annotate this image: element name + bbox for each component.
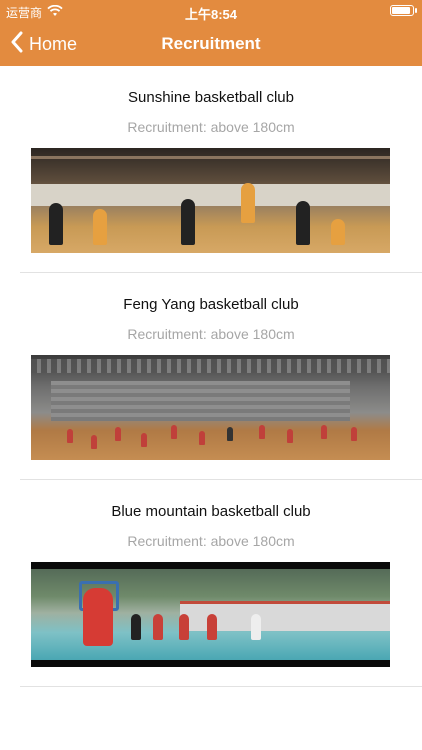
separator [20,686,422,687]
top-bar: 运营商 上午8:54 Home Recruitment [0,0,422,66]
club-card-feng-yang[interactable]: Feng Yang basketball club Recruitment: a… [0,273,422,480]
club-photo [31,148,390,253]
status-time: 上午8:54 [184,7,238,22]
club-name: Sunshine basketball club [128,89,294,106]
club-requirement: Recruitment: above 180cm [127,119,295,135]
battery-icon [390,5,417,16]
navigation-bar: Home Recruitment [0,22,422,66]
club-name: Feng Yang basketball club [123,296,299,313]
page-title: Recruitment [161,34,261,53]
club-photo [31,355,390,460]
club-list: Sunshine basketball club Recruitment: ab… [0,66,422,687]
club-card-sunshine[interactable]: Sunshine basketball club Recruitment: ab… [0,66,422,273]
club-photo [31,562,390,667]
club-requirement: Recruitment: above 180cm [127,533,295,549]
status-bar: 运营商 上午8:54 [0,0,422,22]
club-card-blue-mountain[interactable]: Blue mountain basketball club Recruitmen… [0,480,422,687]
club-name: Blue mountain basketball club [111,503,311,520]
club-requirement: Recruitment: above 180cm [127,326,295,342]
